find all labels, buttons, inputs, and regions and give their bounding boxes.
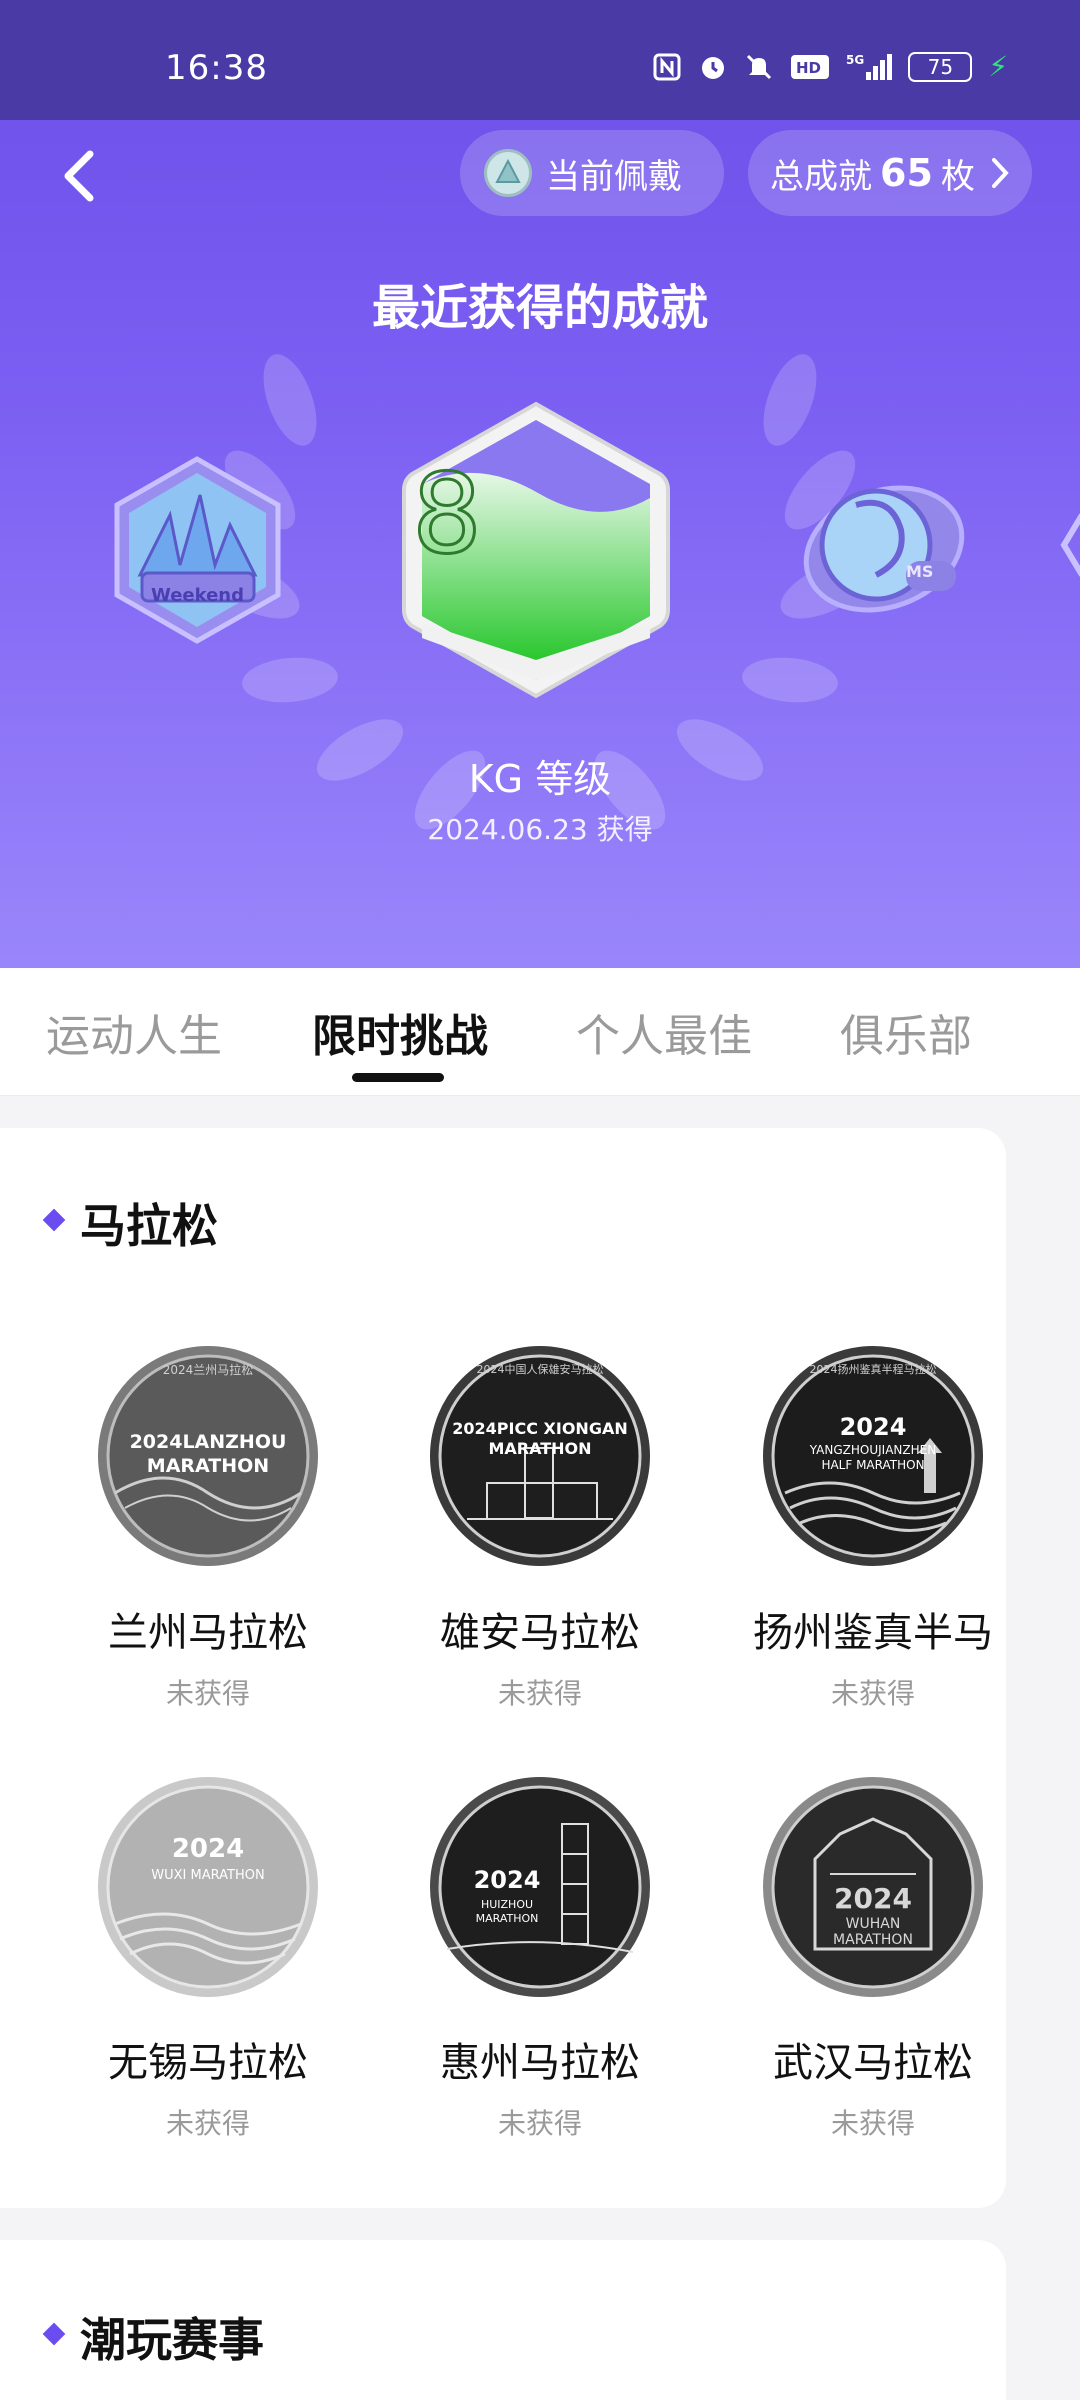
xiongan-medal-line2: MARATHON (488, 1439, 592, 1458)
chevron-right-icon (991, 158, 1009, 188)
nfc-icon (652, 52, 682, 82)
wuxi-medal[interactable]: 2024 WUXI MARATHON (95, 1774, 321, 2000)
battery-icon: 75 (908, 51, 973, 82)
total-achievements-button[interactable]: 总成就 65 枚 (748, 130, 1032, 216)
wuhan-medal-line1: 2024 (834, 1882, 912, 1915)
tab-club[interactable]: 俱乐部 (840, 1000, 972, 1064)
mute-icon (744, 52, 774, 82)
ms-badge-label: MS (906, 562, 934, 581)
wuhan-medal-line2: WUHAN MARATHON (833, 1916, 913, 1948)
wuxi-medal-line2: WUXI MARATHON (151, 1868, 265, 1883)
lanzhou-medal[interactable]: 2024LANZHOU MARATHON 2024兰州马拉松 (95, 1343, 321, 1569)
weekend-badge[interactable] (110, 455, 285, 645)
lanzhou-medal-line1: 2024LANZHOU (129, 1431, 287, 1453)
wuhan-medal-name: 武汉马拉松 (773, 2040, 973, 2086)
svg-text:5G: 5G (846, 53, 864, 67)
total-suffix: 枚 (940, 156, 975, 197)
hd-icon: HD (790, 52, 830, 82)
status-time: 16:38 (165, 48, 268, 88)
xiongan-medal[interactable]: 2024PICC XIONGAN MARATHON 2024中国人保雄安马拉松 (427, 1343, 653, 1569)
xiongan-medal-name: 雄安马拉松 (440, 1610, 640, 1656)
weekend-badge-label: Weekend (150, 585, 245, 606)
yangzhou-medal-line1: 2024 (839, 1413, 907, 1441)
wearing-label: 当前佩戴 (546, 156, 682, 197)
kg-level-mark: 8 (411, 449, 484, 580)
tab-personal-best[interactable]: 个人最佳 (576, 1000, 752, 1064)
chevron-left-icon (64, 150, 94, 202)
wuxi-medal-line1: 2024 (171, 1834, 245, 1864)
huizhou-medal-line2: HUIZHOU MARATHON (475, 1898, 539, 1925)
signal-5g-icon: 5G (846, 52, 893, 82)
huizhou-medal-name: 惠州马拉松 (440, 2040, 640, 2086)
wuhan-medal[interactable]: 2024 WUHAN MARATHON (760, 1774, 986, 2000)
huizhou-medal-status: 未获得 (497, 2107, 582, 2140)
section-title-trendy-events: 潮玩赛事 (80, 2313, 264, 2367)
total-prefix: 总成就 (770, 156, 872, 197)
huizhou-medal-line1: 2024 (473, 1866, 541, 1894)
wearing-badge-icon (484, 149, 532, 197)
yangzhou-medal[interactable]: 2024 YANGZHOUJIANZHEN HALF MARATHON 2024… (760, 1343, 986, 1569)
section-title-marathon: 马拉松 (80, 1199, 218, 1253)
lanzhou-medal-line2: MARATHON (146, 1455, 270, 1477)
active-tab-indicator (352, 1073, 444, 1082)
ms-badge[interactable] (796, 465, 972, 633)
current-wearing-button[interactable]: 当前佩戴 (460, 130, 724, 216)
wuxi-medal-status: 未获得 (165, 2107, 250, 2140)
wuxi-medal-name: 无锡马拉松 (108, 2040, 308, 2086)
alarm-icon (698, 52, 728, 82)
yangzhou-medal-name: 扬州鉴真半马 (753, 1610, 993, 1656)
recent-achievements-title: 最近获得的成就 (371, 280, 708, 336)
yangzhou-medal-line2: YANGZHOUJIANZHEN HALF MARATHON (809, 1443, 937, 1472)
status-bar: 16:38 HD 5G 75 ⚡ (0, 0, 1080, 120)
lanzhou-medal-status: 未获得 (165, 1677, 250, 1710)
battery-level: 75 (927, 54, 954, 79)
back-button[interactable] (52, 148, 108, 204)
huizhou-medal[interactable]: 2024 HUIZHOU MARATHON (427, 1774, 653, 2000)
lanzhou-medal-name: 兰州马拉松 (108, 1610, 308, 1656)
next-badge-peek (1060, 513, 1080, 577)
status-icons: HD 5G 75 ⚡ (652, 50, 1008, 83)
wuhan-medal-status: 未获得 (830, 2107, 915, 2140)
xiongan-medal-line1: 2024PICC XIONGAN (452, 1419, 628, 1438)
yangzhou-medal-status: 未获得 (830, 1677, 915, 1710)
featured-badge-name: KG 等级 (468, 757, 612, 801)
tab-sports-life[interactable]: 运动人生 (46, 1000, 222, 1064)
total-count: 65 (880, 151, 933, 195)
xiongan-medal-status: 未获得 (497, 1677, 582, 1710)
xiongan-medal-rim: 2024中国人保雄安马拉松 (476, 1363, 604, 1376)
tab-limited-challenge[interactable]: 限时挑战 (312, 1000, 488, 1064)
featured-badge-date: 2024.06.23 获得 (427, 813, 653, 846)
svg-text:HD: HD (796, 59, 821, 77)
charging-icon: ⚡ (988, 50, 1008, 83)
yangzhou-medal-rim: 2024扬州鉴真半程马拉松 (809, 1363, 937, 1376)
lanzhou-medal-rim: 2024兰州马拉松 (162, 1363, 254, 1377)
